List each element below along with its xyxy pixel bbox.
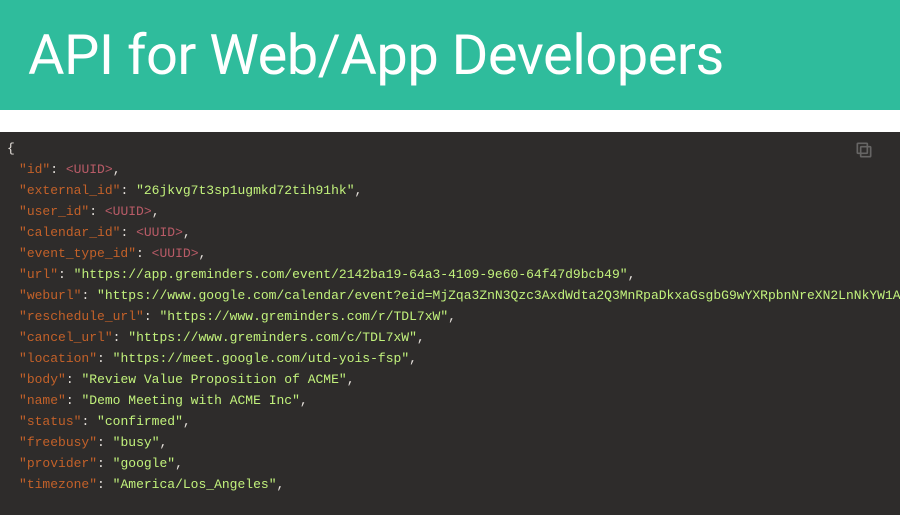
json-line-timezone: timezone: America/Los_Angeles, (7, 474, 893, 495)
json-line-location: location: https://meet.google.com/utd-yo… (7, 348, 893, 369)
json-line-user-id: user_id: UUID, (7, 201, 893, 222)
json-line-body: body: Review Value Proposition of ACME, (7, 369, 893, 390)
page-title: API for Web/App Developers (28, 22, 872, 88)
json-line-reschedule-url: reschedule_url: https://www.greminders.c… (7, 306, 893, 327)
json-line-provider: provider: google, (7, 453, 893, 474)
json-line-name: name: Demo Meeting with ACME Inc, (7, 390, 893, 411)
json-open-brace: { (7, 138, 893, 159)
code-block: { id: UUID, external_id: 26jkvg7t3sp1ugm… (0, 132, 900, 515)
json-line-external-id: external_id: 26jkvg7t3sp1ugmkd72tih91hk, (7, 180, 893, 201)
json-line-url: url: https://app.greminders.com/event/21… (7, 264, 893, 285)
json-line-freebusy: freebusy: busy, (7, 432, 893, 453)
json-line-calendar-id: calendar_id: UUID, (7, 222, 893, 243)
json-line-status: status: confirmed, (7, 411, 893, 432)
copy-icon[interactable] (854, 140, 874, 160)
json-line-id: id: UUID, (7, 159, 893, 180)
json-line-weburl: weburl: https://www.google.com/calendar/… (7, 285, 893, 306)
json-line-cancel-url: cancel_url: https://www.greminders.com/c… (7, 327, 893, 348)
json-line-event-type-id: event_type_id: UUID, (7, 243, 893, 264)
header-banner: API for Web/App Developers (0, 0, 900, 110)
